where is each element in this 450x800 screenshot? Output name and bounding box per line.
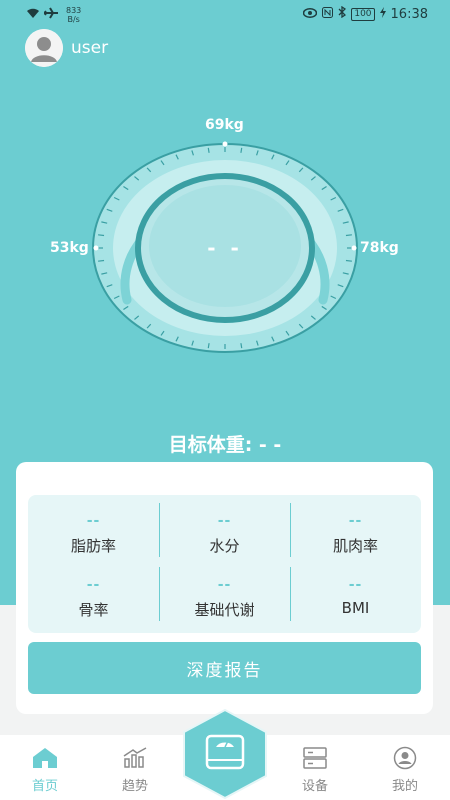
metric-label: 骨率 bbox=[78, 601, 109, 619]
target-weight[interactable]: 目标体重: - - bbox=[0, 430, 450, 457]
metric-label: 基础代谢 bbox=[194, 601, 255, 619]
tab-label: 首页 bbox=[31, 779, 58, 794]
gauge-tick bbox=[98, 259, 105, 262]
gauge-label-left: 53kg bbox=[50, 240, 89, 256]
metric-bmi[interactable]: -- BMI bbox=[290, 577, 421, 617]
metric-label: 肌肉率 bbox=[332, 537, 378, 555]
gauge-marker-left bbox=[93, 245, 99, 251]
eye-icon bbox=[303, 7, 318, 22]
nfc-icon bbox=[322, 6, 334, 22]
gauge-marker-right bbox=[351, 245, 357, 251]
gauge-tick bbox=[207, 147, 210, 153]
user-header[interactable]: user bbox=[25, 29, 108, 67]
network-speed: 833 B/s bbox=[66, 6, 82, 24]
tab-home[interactable]: 首页 bbox=[10, 735, 80, 800]
wifi-icon bbox=[26, 8, 40, 23]
deep-report-button[interactable]: 深度报告 bbox=[28, 642, 421, 694]
tab-label: 我的 bbox=[391, 779, 418, 794]
home-icon bbox=[33, 748, 57, 768]
metric-value: -- bbox=[86, 513, 101, 529]
current-weight-value: - - bbox=[207, 236, 243, 260]
gauge-tick bbox=[345, 234, 352, 237]
tab-label: 设备 bbox=[301, 779, 328, 794]
weigh-scale-button[interactable] bbox=[182, 708, 268, 800]
gauge-marker-top bbox=[222, 141, 228, 147]
gauge-tick bbox=[98, 234, 105, 237]
tab-label: 趋势 bbox=[121, 779, 148, 794]
charging-icon bbox=[379, 6, 386, 22]
username: user bbox=[71, 38, 109, 58]
metric-water[interactable]: -- 水分 bbox=[159, 513, 290, 556]
metric-value: -- bbox=[217, 577, 232, 593]
gauge-label-right: 78kg bbox=[360, 240, 399, 256]
profile-icon bbox=[393, 746, 417, 770]
metric-label: BMI bbox=[341, 599, 370, 617]
metric-bone-rate[interactable]: -- 骨率 bbox=[28, 577, 159, 620]
metrics-card: -- 脂肪率 -- 水分 -- 肌肉率 -- 骨率 -- 基础代谢 -- BMI… bbox=[16, 462, 433, 714]
gauge-tick bbox=[240, 147, 243, 153]
metrics-grid: -- 脂肪率 -- 水分 -- 肌肉率 -- 骨率 -- 基础代谢 -- BMI bbox=[28, 495, 421, 633]
chart-icon bbox=[123, 747, 147, 768]
gauge-tick bbox=[207, 343, 210, 349]
bluetooth-icon bbox=[338, 5, 347, 22]
airplane-icon bbox=[44, 7, 58, 23]
gauge-label-top: 69kg bbox=[205, 117, 244, 133]
metric-label: 脂肪率 bbox=[70, 537, 116, 555]
gauge-tick bbox=[240, 343, 243, 349]
metric-fat-rate[interactable]: -- 脂肪率 bbox=[28, 513, 159, 556]
avatar[interactable] bbox=[25, 29, 63, 67]
gauge-tick bbox=[345, 259, 352, 262]
device-icon bbox=[303, 747, 327, 769]
tab-trend[interactable]: 趋势 bbox=[100, 735, 170, 800]
metric-bmr[interactable]: -- 基础代谢 bbox=[159, 577, 290, 620]
metric-value: -- bbox=[348, 513, 363, 529]
metric-muscle-rate[interactable]: -- 肌肉率 bbox=[290, 513, 421, 556]
battery-indicator: 100 bbox=[351, 7, 375, 21]
clock-time: 16:38 bbox=[390, 6, 428, 22]
tab-mine[interactable]: 我的 bbox=[370, 735, 440, 800]
metric-value: -- bbox=[217, 513, 232, 529]
metric-label: 水分 bbox=[209, 537, 240, 555]
tab-device[interactable]: 设备 bbox=[280, 735, 350, 800]
status-bar: 833 B/s 100 16:38 bbox=[0, 0, 450, 30]
metric-value: -- bbox=[348, 577, 363, 593]
metric-value: -- bbox=[86, 577, 101, 593]
